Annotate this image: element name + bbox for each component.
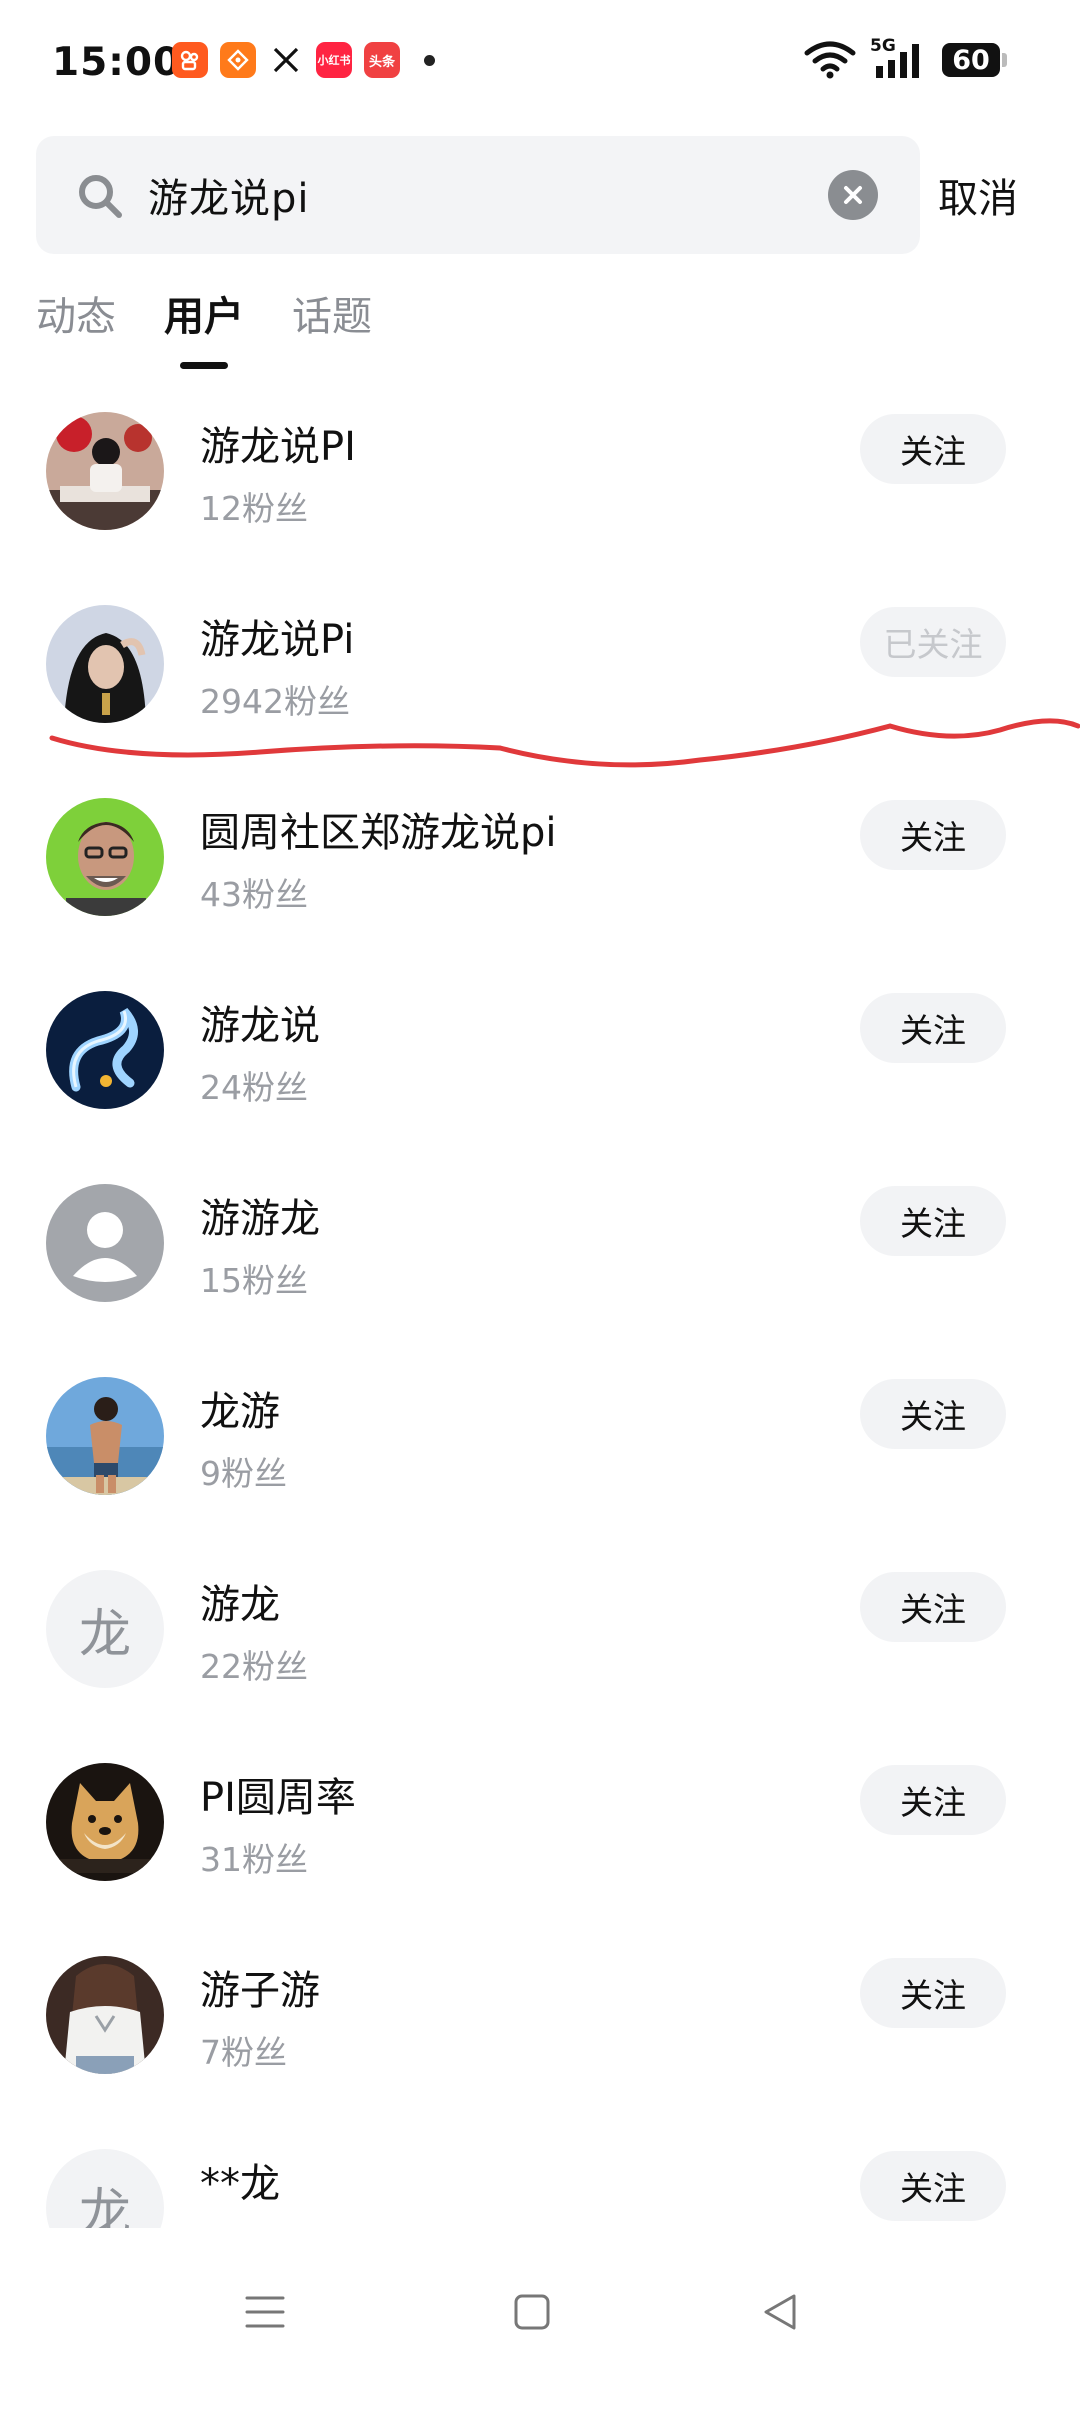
follow-button[interactable]: 关注	[860, 993, 1006, 1063]
fan-count: 12粉丝	[200, 489, 308, 528]
user-row[interactable]: 游龙说 24粉丝 关注	[0, 969, 1080, 1162]
menu-icon[interactable]	[225, 2272, 305, 2352]
user-row[interactable]: 游游龙 15粉丝 关注	[0, 1162, 1080, 1355]
cancel-button[interactable]: 取消	[938, 166, 1018, 224]
tab-users[interactable]: 用户	[164, 284, 244, 342]
letter-avatar[interactable]: 龙	[46, 2149, 164, 2228]
fan-count: 9粉丝	[200, 1454, 287, 1493]
battery-icon: 60	[942, 43, 1007, 77]
user-name: 游龙说Pi	[200, 617, 355, 663]
search-input[interactable]: 游龙说pi	[36, 136, 920, 254]
user-row[interactable]: 龙 **龙 关注	[0, 2127, 1080, 2228]
user-avatar[interactable]	[46, 1763, 164, 1881]
clear-search-icon[interactable]	[828, 170, 878, 220]
status-time: 15:00	[52, 40, 182, 85]
search-query[interactable]: 游龙说pi	[148, 166, 310, 224]
user-row[interactable]: 游龙说PI 12粉丝 关注	[0, 390, 1080, 583]
app-orange-icon	[220, 42, 256, 78]
x-app-icon	[268, 42, 304, 78]
followed-button[interactable]: 已关注	[860, 607, 1006, 677]
user-row[interactable]: 龙游 9粉丝 关注	[0, 1355, 1080, 1548]
user-row[interactable]: PI圆周率 31粉丝 关注	[0, 1741, 1080, 1934]
user-name: 游龙说PI	[200, 424, 356, 470]
xiaohongshu-app-icon: 小红书	[316, 42, 352, 78]
search-icon	[79, 175, 122, 218]
user-name: 圆周社区郑游龙说pi	[200, 810, 557, 856]
user-avatar[interactable]	[46, 412, 164, 530]
battery-level: 60	[952, 44, 990, 76]
user-name: PI圆周率	[200, 1775, 356, 1821]
tab-topics[interactable]: 话题	[292, 284, 372, 342]
red-annotation-line	[49, 718, 1080, 768]
follow-button[interactable]: 关注	[860, 1958, 1006, 2028]
letter-avatar[interactable]: 龙	[46, 1570, 164, 1688]
system-navigation-bar	[0, 2228, 1080, 2412]
toutiao-app-icon: 头条	[364, 42, 400, 78]
user-name: 龙游	[200, 1389, 280, 1435]
user-name: **龙	[200, 2161, 280, 2207]
user-row[interactable]: 圆周社区郑游龙说pi 43粉丝 关注	[0, 776, 1080, 969]
user-name: 游龙	[200, 1582, 280, 1628]
user-name: 游子游	[200, 1968, 320, 2014]
kuaishou-app-icon	[172, 42, 208, 78]
back-icon[interactable]	[740, 2272, 820, 2352]
follow-button[interactable]: 关注	[860, 1186, 1006, 1256]
fan-count: 7粉丝	[200, 2033, 287, 2072]
user-avatar[interactable]	[46, 1956, 164, 2074]
tab-dynamics[interactable]: 动态	[36, 284, 116, 342]
fan-count: 15粉丝	[200, 1261, 308, 1300]
notification-app-icons: 小红书 头条	[172, 42, 435, 78]
user-avatar[interactable]	[46, 1377, 164, 1495]
cellular-signal-icon: 5G	[870, 36, 928, 80]
home-icon[interactable]	[492, 2272, 572, 2352]
user-list: 游龙说PI 12粉丝 关注 游龙说Pi 2942粉丝 已关注 圆周社区郑游龙说p…	[0, 390, 1080, 2228]
default-avatar-icon[interactable]	[46, 1184, 164, 1302]
fan-count: 22粉丝	[200, 1647, 308, 1686]
system-status-icons: 5G 60	[804, 36, 1007, 80]
follow-button[interactable]: 关注	[860, 1572, 1006, 1642]
wifi-icon	[804, 41, 856, 79]
follow-button[interactable]: 关注	[860, 800, 1006, 870]
follow-button[interactable]: 关注	[860, 1765, 1006, 1835]
user-row[interactable]: 游子游 7粉丝 关注	[0, 1934, 1080, 2127]
user-name: 游龙说	[200, 1003, 320, 1049]
follow-button[interactable]: 关注	[860, 2151, 1006, 2221]
user-avatar[interactable]	[46, 798, 164, 916]
status-bar: 15:00 小红书 头条 5G 60	[0, 0, 1080, 124]
more-notifications-dot	[424, 54, 435, 66]
fan-count: 43粉丝	[200, 875, 308, 914]
user-row[interactable]: 龙 游龙 22粉丝 关注	[0, 1548, 1080, 1741]
active-tab-indicator	[180, 362, 228, 369]
user-avatar[interactable]	[46, 991, 164, 1109]
follow-button[interactable]: 关注	[860, 414, 1006, 484]
fan-count: 24粉丝	[200, 1068, 308, 1107]
user-name: 游游龙	[200, 1196, 320, 1242]
follow-button[interactable]: 关注	[860, 1379, 1006, 1449]
fan-count: 31粉丝	[200, 1840, 308, 1879]
